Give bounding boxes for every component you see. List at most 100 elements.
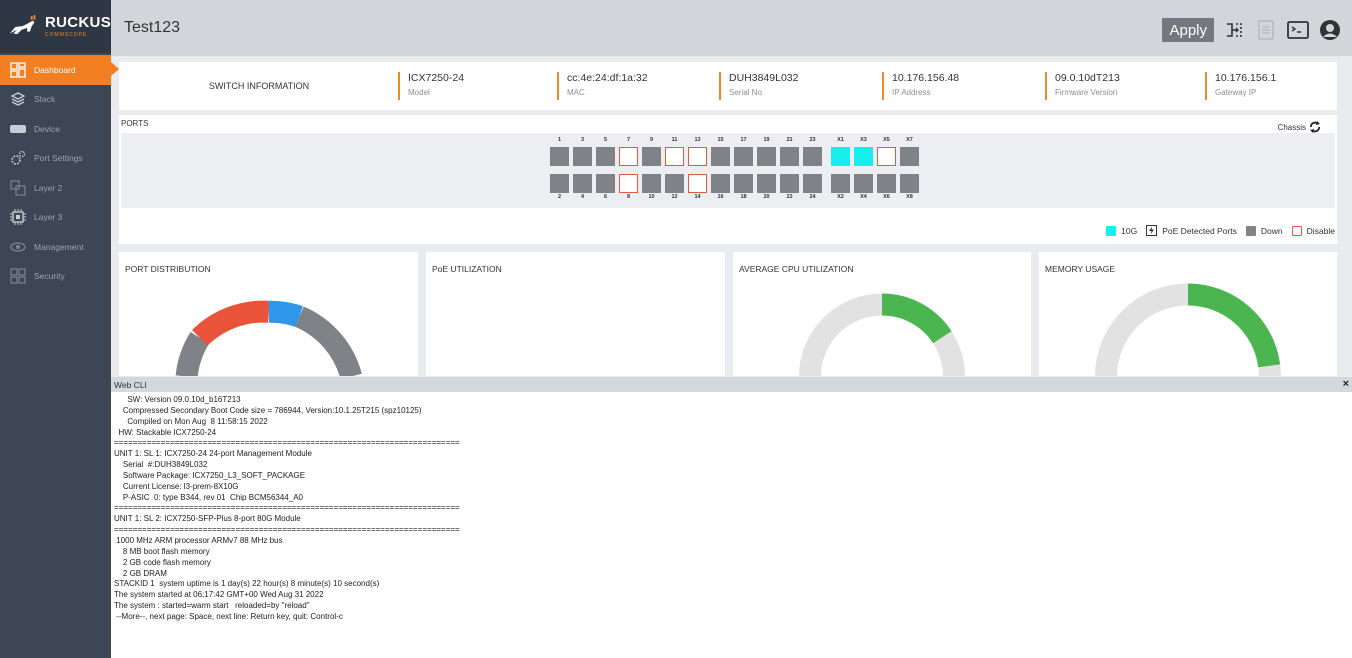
close-icon[interactable]: × bbox=[1343, 378, 1349, 390]
poe-icon bbox=[1146, 225, 1158, 236]
model-caption: Model bbox=[408, 88, 430, 97]
model-field: ICX7250-24 Model bbox=[398, 72, 464, 100]
sidebar-item-layer-3[interactable]: Layer 3 bbox=[0, 203, 111, 233]
port-number-label: X7 bbox=[906, 137, 913, 143]
ip-address-caption: IP Address bbox=[892, 88, 931, 97]
port-24[interactable] bbox=[803, 174, 822, 193]
port-11[interactable] bbox=[665, 147, 684, 166]
chassis-toggle[interactable]: Chassis bbox=[1278, 121, 1321, 133]
dashboard-icon bbox=[10, 62, 26, 78]
web-cli-title: Web CLI bbox=[114, 379, 147, 390]
port-10[interactable] bbox=[642, 174, 661, 193]
port-20[interactable] bbox=[757, 174, 776, 193]
port-16[interactable] bbox=[711, 174, 730, 193]
sidebar-item-port-settings[interactable]: Port Settings bbox=[0, 144, 111, 174]
port-distribution-widget: PORT DISTRIBUTION bbox=[119, 252, 418, 376]
port-17[interactable] bbox=[734, 147, 753, 166]
sidebar-item-label: Stack bbox=[34, 94, 56, 105]
port-number-label: 23 bbox=[809, 137, 816, 143]
port-number-label: 19 bbox=[763, 137, 770, 143]
device-icon bbox=[10, 121, 26, 137]
stack-icon bbox=[10, 91, 26, 107]
apply-button[interactable]: Apply bbox=[1162, 18, 1214, 42]
port-13[interactable] bbox=[688, 147, 707, 166]
port-15[interactable] bbox=[711, 147, 730, 166]
user-icon[interactable] bbox=[1318, 18, 1342, 42]
chassis-label: Chassis bbox=[1277, 122, 1306, 132]
sidebar-item-stack[interactable]: Stack bbox=[0, 85, 111, 115]
port-22[interactable] bbox=[780, 174, 799, 193]
port-2[interactable] bbox=[550, 174, 569, 193]
port-9[interactable] bbox=[642, 147, 661, 166]
port-number-label: X5 bbox=[883, 137, 890, 143]
sidebar-item-device[interactable]: Device bbox=[0, 114, 111, 144]
port-number-label: 5 bbox=[603, 137, 608, 143]
port-number-label: 17 bbox=[740, 137, 747, 143]
sidebar-item-layer-2[interactable]: Layer 2 bbox=[0, 173, 111, 203]
port-number-label: X4 bbox=[860, 194, 867, 200]
port-6[interactable] bbox=[596, 174, 615, 193]
port-21[interactable] bbox=[780, 147, 799, 166]
port-18[interactable] bbox=[734, 174, 753, 193]
port-x8[interactable] bbox=[900, 174, 919, 193]
port-distribution-donut bbox=[175, 300, 362, 376]
port-number-label: 8 bbox=[626, 194, 631, 200]
web-cli-panel[interactable]: Web CLI × SW: Version 09.0.10d_b16T213 C… bbox=[111, 377, 1352, 658]
firmware-field: 09.0.10dT213 Firmware Version bbox=[1045, 72, 1120, 100]
sidebar-item-label: Layer 2 bbox=[34, 182, 63, 193]
legend-down-swatch bbox=[1245, 225, 1256, 236]
port-12[interactable] bbox=[665, 174, 684, 193]
port-1[interactable] bbox=[550, 147, 569, 166]
legend-down-label: Down bbox=[1260, 225, 1283, 236]
port-number-label: 4 bbox=[580, 194, 585, 200]
terminal-icon[interactable] bbox=[1286, 18, 1310, 42]
serial-field: DUH3849L032 Serial No bbox=[719, 72, 798, 100]
port-x2[interactable] bbox=[831, 174, 850, 193]
port-5[interactable] bbox=[596, 147, 615, 166]
port-number-label: 3 bbox=[580, 137, 585, 143]
port-4[interactable] bbox=[573, 174, 592, 193]
port-number-label: 13 bbox=[694, 137, 701, 143]
sidebar-item-management[interactable]: Management bbox=[0, 232, 111, 262]
port-x1[interactable] bbox=[831, 147, 850, 166]
web-cli-titlebar: Web CLI × bbox=[111, 377, 1352, 392]
port-settings-icon bbox=[10, 150, 26, 166]
port-3[interactable] bbox=[573, 147, 592, 166]
web-cli-output[interactable]: SW: Version 09.0.10d_b16T213 Compressed … bbox=[111, 392, 1352, 623]
sidebar-item-label: Dashboard bbox=[34, 64, 76, 75]
port-number-label: 6 bbox=[603, 194, 608, 200]
sidebar-item-label: Management bbox=[34, 241, 84, 252]
port-x4[interactable] bbox=[854, 174, 873, 193]
model-value: ICX7250-24 bbox=[408, 72, 465, 84]
port-7[interactable] bbox=[619, 147, 638, 166]
port-number-label: 21 bbox=[786, 137, 793, 143]
port-number-label: 1 bbox=[557, 137, 562, 143]
serial-caption: Serial No bbox=[729, 88, 762, 97]
ruckus-logo[interactable]: RUCKUS COMMSCOPE bbox=[0, 0, 111, 53]
page-title: Test123 bbox=[124, 19, 181, 36]
port-14[interactable] bbox=[688, 174, 707, 193]
port-x6[interactable] bbox=[877, 174, 896, 193]
ports-legend: 10G PoE Detected Ports Down Disable bbox=[1106, 225, 1335, 236]
port-23[interactable] bbox=[803, 147, 822, 166]
legend-disable-label: Disable bbox=[1306, 225, 1335, 236]
port-number-label: 7 bbox=[626, 137, 631, 143]
sidebar-item-dashboard[interactable]: Dashboard bbox=[0, 55, 119, 85]
port-number-label: X1 bbox=[837, 137, 844, 143]
compare-icon[interactable] bbox=[1222, 18, 1246, 42]
port-x3[interactable] bbox=[854, 147, 873, 166]
ports-card: PORTS Chassis 1 3 5 7 9 11 13 15 17 19 21 23 2 4 6 8 10 1… bbox=[119, 115, 1337, 244]
port-number-label: 12 bbox=[671, 194, 678, 200]
save-icon[interactable] bbox=[1254, 18, 1278, 42]
port-x5[interactable] bbox=[877, 147, 896, 166]
sidebar-item-security[interactable]: Security bbox=[0, 262, 111, 292]
port-19[interactable] bbox=[757, 147, 776, 166]
mac-field: cc:4e:24:df:1a:32 MAC bbox=[557, 72, 648, 100]
mac-value: cc:4e:24:df:1a:32 bbox=[567, 72, 648, 84]
serial-value: DUH3849L032 bbox=[729, 72, 799, 84]
sidebar-item-label: Security bbox=[34, 271, 65, 282]
sidebar-item-label: Device bbox=[34, 123, 60, 134]
port-number-label: 16 bbox=[717, 194, 724, 200]
port-x7[interactable] bbox=[900, 147, 919, 166]
port-8[interactable] bbox=[619, 174, 638, 193]
